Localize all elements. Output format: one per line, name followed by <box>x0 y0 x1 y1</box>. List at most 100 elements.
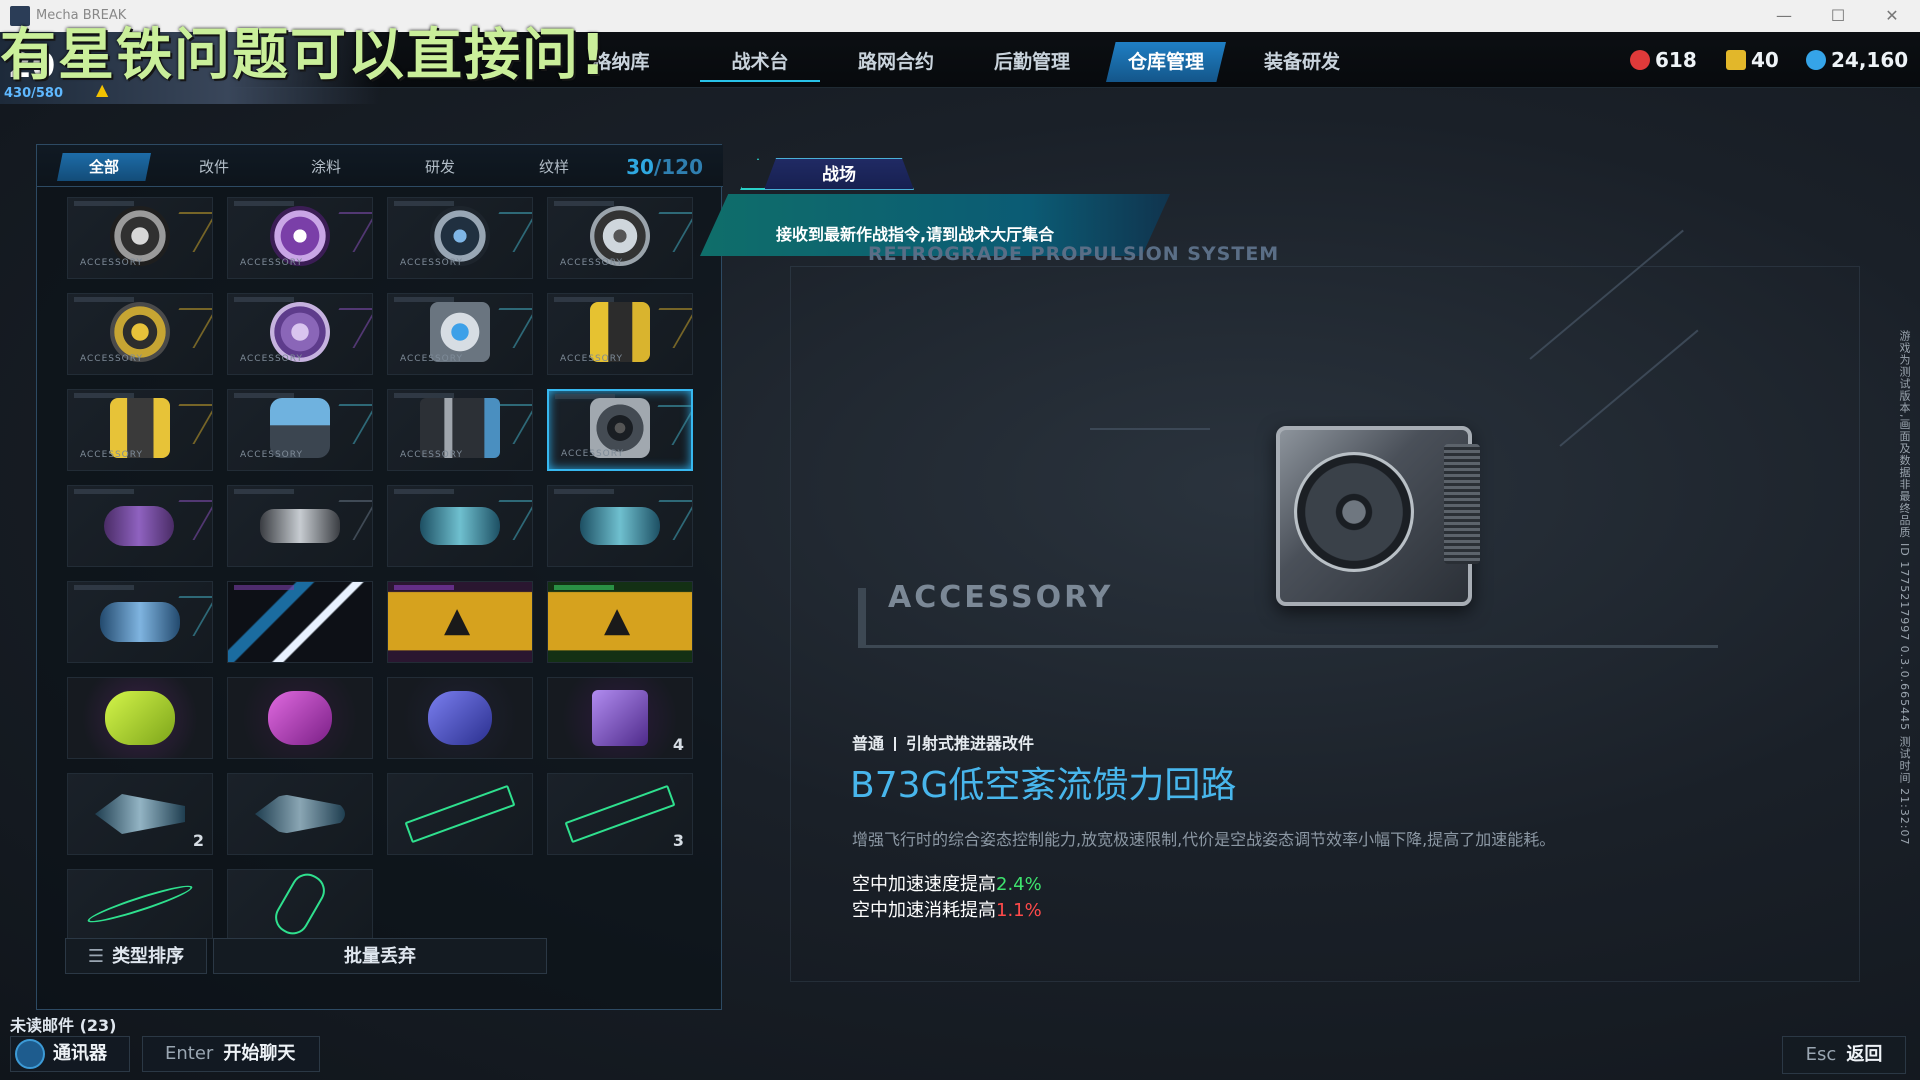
inventory-slot[interactable]: 4 <box>547 677 693 759</box>
inventory-slot[interactable]: 3 <box>547 773 693 855</box>
accessory-item-icon <box>110 302 170 362</box>
accessory-item-icon <box>420 507 500 545</box>
inventory-slot[interactable] <box>387 485 533 567</box>
item-description: 增强飞行时的综合姿态控制能力,放宽极速限制,代价是空战姿态调节效率小幅下降,提高… <box>852 830 1556 849</box>
notice-text: 接收到最新作战指令,请到战术大厅集合 <box>776 225 1055 244</box>
system-subtitle: RETROGRADE PROPULSION SYSTEM <box>868 243 1280 265</box>
inventory-slot[interactable] <box>227 485 373 567</box>
inventory-slot[interactable]: ACCESSORY <box>547 197 693 279</box>
hazard-icon: ▲ <box>604 600 631 640</box>
stream-overlay-caption: 有星铁问题可以直接问! <box>0 23 608 88</box>
inventory-panel: 全部 改件 涂料 研发 纹样 30/120 ACCESSORY ACCESSOR… <box>36 144 723 1010</box>
paint-can-icon <box>268 691 332 745</box>
credit-icon <box>1806 50 1826 70</box>
inventory-slot[interactable] <box>547 485 693 567</box>
paint-slot[interactable]: ▲ <box>387 581 533 663</box>
minimize-button[interactable]: — <box>1766 4 1802 28</box>
start-chat-button[interactable]: Enter 开始聊天 <box>142 1036 320 1072</box>
nav-tab-logistics[interactable]: 后勤管理 <box>972 42 1092 82</box>
communicator-icon <box>15 1039 45 1069</box>
item-3d-preview <box>1256 412 1492 620</box>
accessory-item-icon <box>260 509 340 543</box>
inventory-slot[interactable]: ACCESSORY <box>67 197 213 279</box>
inventory-slot[interactable]: ACCESSORY <box>547 293 693 375</box>
currency-token: 40 <box>1726 46 1779 74</box>
accessory-item-icon <box>270 398 330 458</box>
list-sort-icon: ☰ <box>87 946 105 967</box>
inventory-count: 30/120 <box>626 155 703 179</box>
nav-tab-warehouse[interactable]: 仓库管理 <box>1106 42 1226 82</box>
back-button[interactable]: Esc 返回 <box>1782 1036 1906 1074</box>
weapon-blueprint-icon <box>564 784 676 844</box>
shield-blueprint-icon <box>269 870 331 938</box>
inventory-slot[interactable] <box>67 581 213 663</box>
accessory-item-icon <box>270 302 330 362</box>
accessory-item-icon <box>104 506 174 546</box>
accessory-item-icon <box>590 302 650 362</box>
weapon-blueprint-icon <box>85 880 195 928</box>
inventory-slot[interactable] <box>67 869 213 939</box>
accessory-item-icon <box>580 507 660 545</box>
accessory-item-icon <box>590 206 650 266</box>
inventory-slot[interactable]: ACCESSORY <box>387 197 533 279</box>
hazard-icon: ▲ <box>444 600 471 640</box>
inventory-slot[interactable] <box>67 677 213 759</box>
batch-discard-button[interactable]: 批量丢弃 <box>213 938 547 974</box>
battle-tab[interactable]: 战场 <box>764 158 914 190</box>
accessory-item-icon <box>100 602 180 642</box>
currency-credit: 24,160 <box>1806 46 1908 74</box>
nav-tab-network-contract[interactable]: 路网合约 <box>836 42 956 82</box>
type-label: 引射式推进器改件 <box>906 734 1035 753</box>
sort-by-type-button[interactable]: ☰ 类型排序 <box>65 938 207 974</box>
inventory-slot[interactable] <box>387 773 533 855</box>
inventory-slot[interactable]: ACCESSORY <box>387 389 533 471</box>
nav-tab-tactics[interactable]: 战术台 <box>700 42 820 82</box>
medal-icon <box>1630 50 1650 70</box>
fan-icon <box>1294 452 1414 572</box>
stat-line: 空中加速速度提高2.4% <box>852 874 1042 895</box>
inventory-slot[interactable]: 2 <box>67 773 213 855</box>
nav-tab-rnd[interactable]: 装备研发 <box>1242 42 1362 82</box>
build-info-text: 游戏为测试版本,画面及数据非最终品质 ID 1775217997 0.3.0.6… <box>1898 330 1911 846</box>
inv-tab-pattern[interactable]: 纹样 <box>507 153 601 181</box>
inventory-slot[interactable]: ACCESSORY <box>227 293 373 375</box>
maximize-button[interactable]: ☐ <box>1820 4 1856 28</box>
weapon-blueprint-icon <box>404 784 516 844</box>
accessory-item-icon <box>430 206 490 266</box>
inventory-slot[interactable]: ACCESSORY <box>227 197 373 279</box>
inventory-slot[interactable] <box>227 773 373 855</box>
inventory-slot[interactable]: ACCESSORY <box>67 293 213 375</box>
rarity-type-line: 普通 引射式推进器改件 <box>852 730 1034 754</box>
inv-tab-mods[interactable]: 改件 <box>167 153 261 181</box>
inventory-tabs: 全部 改件 涂料 研发 纹样 30/120 <box>37 145 723 187</box>
communicator-button[interactable]: 通讯器 <box>10 1036 130 1072</box>
paint-slot[interactable] <box>227 581 373 663</box>
accessory-item-icon <box>110 206 170 266</box>
inv-tab-research[interactable]: 研发 <box>393 153 487 181</box>
close-button[interactable]: ✕ <box>1874 4 1910 28</box>
paint-can-icon <box>428 691 492 745</box>
inv-tab-all[interactable]: 全部 <box>57 153 151 181</box>
deco-line <box>1090 428 1210 430</box>
inventory-slot[interactable] <box>227 869 373 939</box>
accessory-item-icon <box>430 302 490 362</box>
rarity-label: 普通 <box>852 734 885 753</box>
stat-line: 空中加速消耗提高1.1% <box>852 900 1042 921</box>
accessory-item-icon <box>420 398 500 458</box>
inventory-slot-selected[interactable]: ACCESSORY <box>547 389 693 471</box>
grill <box>1444 444 1480 564</box>
category-word: ACCESSORY <box>888 580 1114 615</box>
unread-mail[interactable]: 未读邮件 (23) <box>10 1012 116 1036</box>
mecha-blueprint-icon <box>255 794 345 834</box>
inventory-slot[interactable] <box>227 677 373 759</box>
inventory-slot[interactable]: ACCESSORY <box>387 293 533 375</box>
accessory-item-icon <box>270 206 330 266</box>
inv-tab-paint[interactable]: 涂料 <box>279 153 373 181</box>
inventory-slot[interactable]: ACCESSORY <box>67 389 213 471</box>
accessory-item-icon <box>110 398 170 458</box>
inventory-slot[interactable] <box>67 485 213 567</box>
paint-slot[interactable]: ▲ <box>547 581 693 663</box>
inventory-slot[interactable] <box>387 677 533 759</box>
research-cube-icon <box>592 690 648 746</box>
inventory-slot[interactable]: ACCESSORY <box>227 389 373 471</box>
